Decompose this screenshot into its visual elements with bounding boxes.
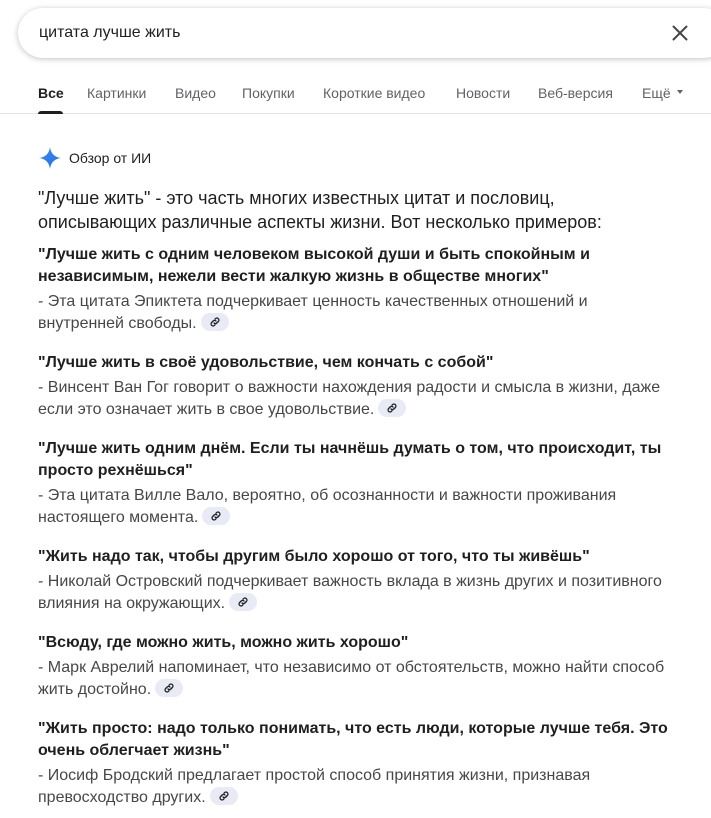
close-icon <box>672 25 688 41</box>
search-bar[interactable] <box>18 8 711 58</box>
quote-description: - Марк Аврелий напоминает, что независим… <box>38 657 678 701</box>
quote-item: "Всюду, где можно жить, можно жить хорош… <box>38 632 678 701</box>
tab-all[interactable]: Все <box>38 85 64 101</box>
tab-short-videos[interactable]: Короткие видео <box>323 85 425 101</box>
sparkle-icon <box>39 147 61 169</box>
quote-item: "Жить просто: надо только понимать, что … <box>38 718 678 809</box>
active-tab-indicator <box>38 111 63 114</box>
quote-description-text: - Эта цитата Эпиктета подчеркивает ценно… <box>38 293 588 332</box>
caret-down-icon <box>676 90 683 95</box>
ai-overview-intro: "Лучше жить" - это часть многих известны… <box>38 188 602 232</box>
quote-description: - Эта цитата Вилле Вало, вероятно, об ос… <box>38 485 678 529</box>
quote-description-text: - Эта цитата Вилле Вало, вероятно, об ос… <box>38 487 617 526</box>
quote-title: "Лучше жить с одним человеком высокой ду… <box>38 246 590 285</box>
quote-title: "Лучше жить в своё удовольствие, чем кон… <box>38 354 494 371</box>
quote-description: - Николай Островский подчеркивает важнос… <box>38 571 678 615</box>
tab-videos[interactable]: Видео <box>175 85 216 101</box>
tab-shopping[interactable]: Покупки <box>242 85 295 101</box>
quote-description: - Эта цитата Эпиктета подчеркивает ценно… <box>38 291 678 335</box>
quote-description-text: - Иосиф Бродский предлагает простой спос… <box>38 767 591 806</box>
source-link-button[interactable] <box>155 678 184 697</box>
quote-title: "Всюду, где можно жить, можно жить хорош… <box>38 634 409 651</box>
quote-item: "Жить надо так, чтобы другим было хорошо… <box>38 546 678 615</box>
ai-overview-title: Обзор от ИИ <box>69 150 152 166</box>
quote-item: "Лучше жить одним днём. Если ты начнёшь … <box>38 438 678 529</box>
link-icon <box>387 403 397 413</box>
ai-overview-header: Обзор от ИИ <box>38 146 151 170</box>
quote-description-text: - Николай Островский подчеркивает важнос… <box>38 573 662 612</box>
source-link-button[interactable] <box>202 506 231 525</box>
link-icon <box>211 511 221 521</box>
tab-more[interactable]: Ещё <box>642 85 683 101</box>
tab-news[interactable]: Новости <box>456 85 510 101</box>
link-icon <box>210 317 220 327</box>
quote-title: "Жить надо так, чтобы другим было хорошо… <box>38 548 590 565</box>
quote-description: - Винсент Ван Гог говорит о важности нах… <box>38 377 678 421</box>
source-link-button[interactable] <box>200 312 229 331</box>
tab-images[interactable]: Картинки <box>87 85 146 101</box>
quote-item: "Лучше жить с одним человеком высокой ду… <box>38 244 678 335</box>
link-icon <box>238 597 248 607</box>
source-link-button[interactable] <box>378 398 407 417</box>
search-tabs: Все Картинки Видео Покупки Короткие виде… <box>0 72 711 114</box>
link-icon <box>164 683 174 693</box>
source-link-button[interactable] <box>209 786 238 805</box>
tab-web[interactable]: Веб-версия <box>538 85 613 101</box>
link-icon <box>219 791 229 801</box>
source-link-button[interactable] <box>229 592 258 611</box>
tab-more-label: Ещё <box>642 85 671 101</box>
clear-search-button[interactable] <box>668 21 692 45</box>
quote-description: - Иосиф Бродский предлагает простой спос… <box>38 765 678 809</box>
quote-title: "Лучше жить одним днём. Если ты начнёшь … <box>38 440 662 479</box>
search-input[interactable] <box>39 22 599 44</box>
quote-item: "Лучше жить в своё удовольствие, чем кон… <box>38 352 678 421</box>
quote-description-text: - Марк Аврелий напоминает, что независим… <box>38 659 665 698</box>
quote-title: "Жить просто: надо только понимать, что … <box>38 720 668 759</box>
quote-description-text: - Винсент Ван Гог говорит о важности нах… <box>38 379 661 418</box>
